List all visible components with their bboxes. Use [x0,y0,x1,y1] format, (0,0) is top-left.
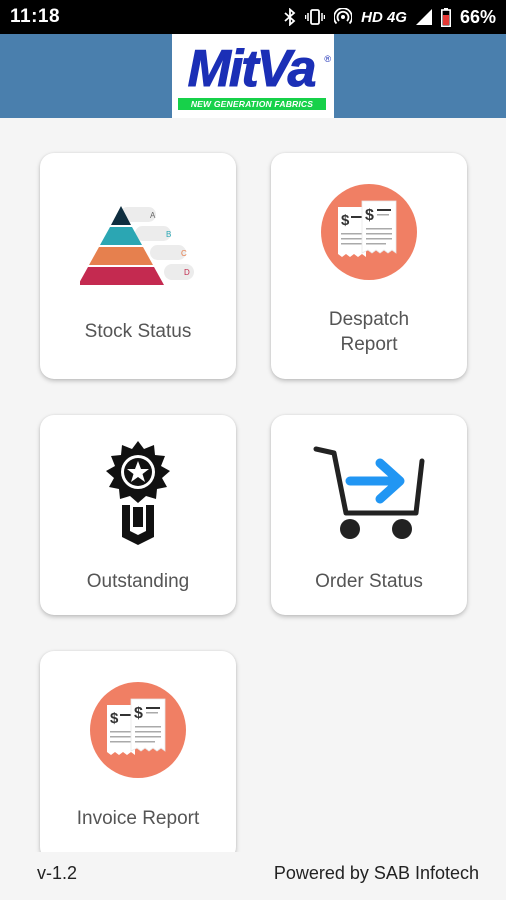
app-version: v-1.2 [37,863,78,883]
app-header: MitVa ® NEW GENERATION FABRICS [0,34,506,118]
invoice-report-label: Invoice Report [76,808,200,829]
hotspot-icon [334,8,353,25]
registered-mark: ® [324,54,331,64]
receipt-icon: $ $ [271,183,467,281]
svg-text:$: $ [365,207,374,224]
vibrate-icon [305,9,326,25]
status-bar: 11:18 HD 4G 66% [0,0,506,34]
despatch-report-card[interactable]: $ $ Despatch Report [271,153,467,379]
svg-text:$: $ [134,705,143,722]
brand-logo: MitVa ® NEW GENERATION FABRICS [172,34,334,118]
tier-label-b: B [166,230,171,239]
stock-status-card[interactable]: A B C D Stock Status [40,153,236,379]
outstanding-card[interactable]: Outstanding [40,415,236,615]
order-status-card[interactable]: Order Status [271,415,467,615]
network-type: HD 4G [361,8,407,26]
bluetooth-icon [284,8,296,26]
status-icons: HD 4G 66% [284,7,496,28]
tier-label-a: A [150,211,156,220]
despatch-report-label-line1: Despatch [328,309,410,330]
order-status-label: Order Status [315,571,423,592]
invoice-report-card[interactable]: $ $ Invoice Report [40,651,236,861]
svg-text:$: $ [110,710,119,727]
pyramid-chart-icon: A B C D [40,203,236,287]
tier-label-c: C [181,249,187,258]
outstanding-label: Outstanding [86,571,190,592]
award-badge-icon [40,439,236,549]
svg-text:$: $ [341,212,350,229]
logo-tagline: NEW GENERATION FABRICS [178,98,326,110]
logo-wordmark: MitVa [187,40,317,99]
despatch-report-label-line2: Report [340,334,398,355]
receipt-icon: $ $ [40,681,236,779]
battery-percent: 66% [459,6,496,27]
signal-icon [415,9,432,25]
tier-label-d: D [184,268,190,277]
status-time: 11:18 [10,6,61,27]
stock-status-label: Stock Status [84,321,192,342]
cart-arrow-icon [271,443,467,543]
footer: v-1.2 Powered by SAB Infotech [0,852,506,900]
battery-icon [440,7,451,27]
powered-by-text: Powered by SAB Infotech [273,863,479,883]
